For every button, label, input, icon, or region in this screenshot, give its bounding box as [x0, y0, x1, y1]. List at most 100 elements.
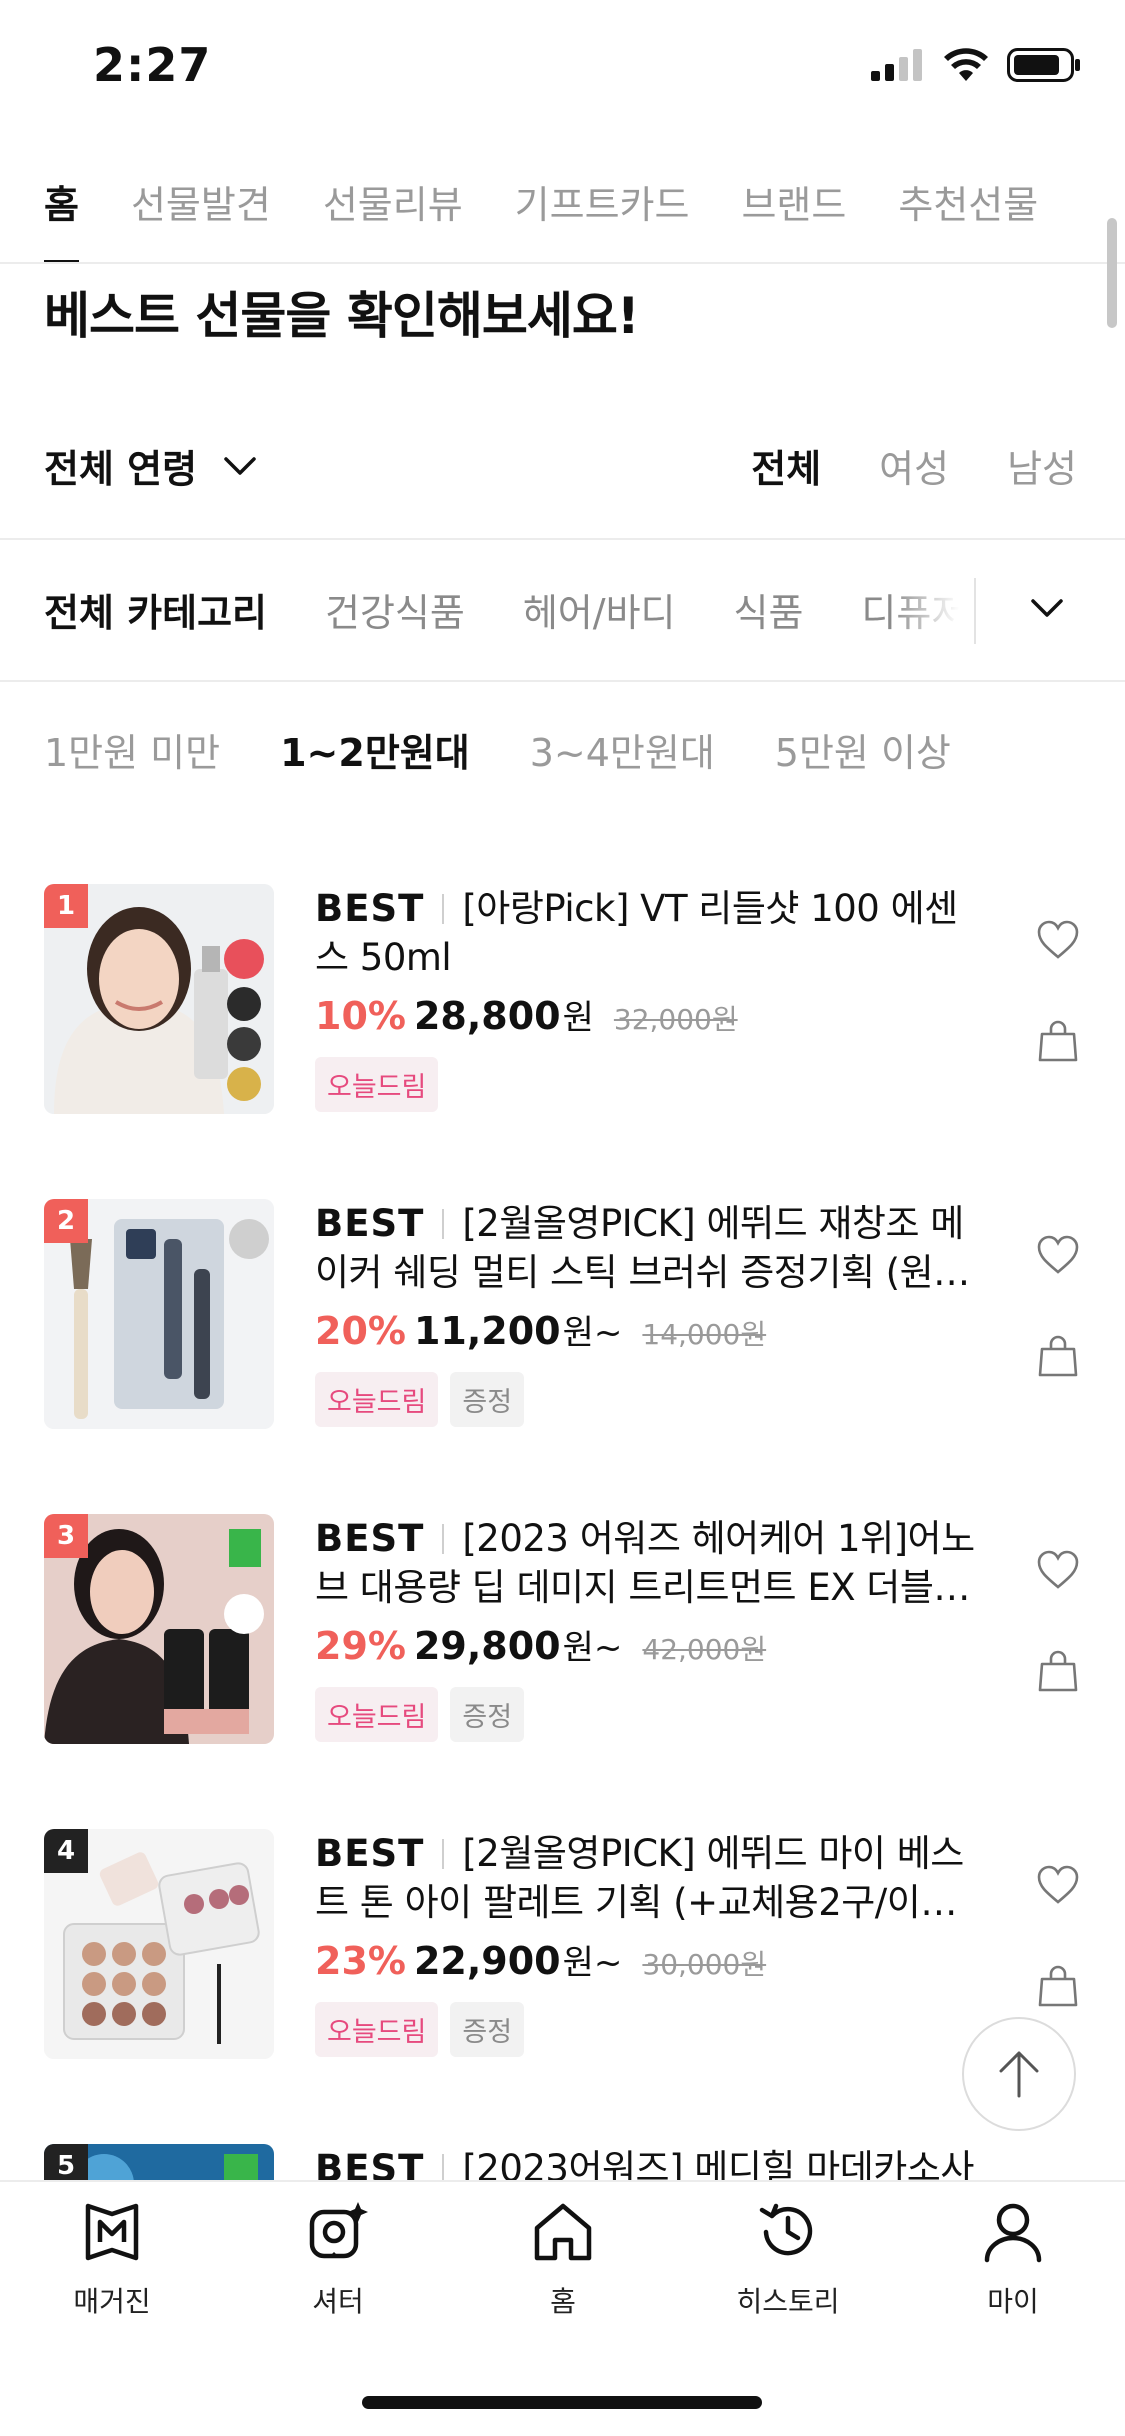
best-label: BEST	[315, 1832, 425, 1875]
tab-gift-review[interactable]: 선물리뷰	[323, 140, 463, 262]
age-dropdown[interactable]: 전체 연령	[44, 438, 257, 493]
price-30k-40k[interactable]: 3~4만원대	[530, 722, 715, 777]
price-range-filter: 1만원 미만 1~2만원대 3~4만원대 5만원 이상	[44, 722, 951, 777]
divider	[442, 894, 445, 924]
shopping-bag-icon[interactable]	[1038, 1020, 1078, 1062]
tab-brand[interactable]: 브랜드	[741, 140, 846, 262]
heart-icon[interactable]	[1036, 1235, 1080, 1275]
price-over-50k[interactable]: 5만원 이상	[775, 722, 951, 777]
original-price: 32,000원	[613, 1003, 738, 1036]
nav-history[interactable]: 히스토리	[708, 2200, 868, 2320]
product-image[interactable]: 1	[44, 884, 274, 1114]
product-image[interactable]: 2	[44, 1199, 274, 1429]
gender-all[interactable]: 전체	[751, 438, 821, 493]
discount-rate: 23%	[315, 1939, 406, 1983]
price-unit: 원	[562, 998, 594, 1038]
rank-badge: 1	[44, 884, 88, 928]
person-icon	[984, 2203, 1042, 2263]
product-title[interactable]: BEST [2월올영PICK] 에뛰드 마이 베스트 톤 아이 팔레트 기획 (+…	[315, 1829, 975, 1927]
product-item[interactable]: 4 BEST [2월올영PICK] 에뛰드 마이 베스트 톤 아이 팔레트 기획 …	[0, 1829, 1125, 2144]
shopping-bag-icon[interactable]	[1038, 1335, 1078, 1377]
history-icon	[759, 2203, 813, 2256]
category-health-food[interactable]: 건강식품	[325, 582, 465, 637]
product-actions	[1035, 920, 1081, 1062]
signal-icon	[871, 49, 922, 81]
sale-price: 11,200	[413, 1309, 561, 1353]
heart-icon[interactable]	[1036, 1550, 1080, 1590]
shopping-bag-icon[interactable]	[1038, 1650, 1078, 1692]
product-actions	[1035, 1865, 1081, 2007]
badge-list: 오늘드림 증정	[315, 1372, 975, 1427]
badge-gift: 증정	[450, 1372, 525, 1427]
badge-gift: 증정	[450, 1687, 525, 1742]
price-unit: 원~	[562, 1943, 623, 1983]
gender-female[interactable]: 여성	[879, 438, 949, 493]
best-label: BEST	[315, 887, 425, 930]
discount-rate: 10%	[315, 994, 406, 1038]
nav-label: 마이	[987, 2285, 1039, 2318]
scrollbar-thumb[interactable]	[1107, 218, 1117, 328]
shopping-bag-icon[interactable]	[1038, 1965, 1078, 2007]
badge-today-delivery: 오늘드림	[315, 2002, 439, 2057]
sale-price: 22,900	[413, 1939, 561, 1983]
nav-home[interactable]: 홈	[483, 2200, 643, 2320]
tab-gift-card[interactable]: 기프트카드	[515, 140, 690, 262]
nav-my[interactable]: 마이	[933, 2200, 1093, 2320]
price-unit: 원~	[562, 1628, 623, 1668]
wifi-icon	[944, 48, 988, 81]
gender-male[interactable]: 남성	[1007, 438, 1077, 493]
badge-gift: 증정	[450, 2002, 525, 2057]
price-under-10k[interactable]: 1만원 미만	[44, 722, 220, 777]
category-food[interactable]: 식품	[734, 582, 804, 637]
product-item[interactable]: 1 BEST [아랑Pick] VT 리들샷 100 에센스 50ml 10% 2…	[0, 884, 1125, 1199]
scroll-to-top-button[interactable]	[962, 2017, 1076, 2131]
product-actions	[1035, 1235, 1081, 1377]
price-line: 29% 29,800 원~ 42,000원	[315, 1620, 975, 1669]
home-indicator	[362, 2396, 762, 2409]
category-list[interactable]: 전체 카테고리 건강식품 헤어/바디 식품 디퓨저	[44, 582, 974, 637]
magazine-icon	[85, 2203, 139, 2261]
product-info: BEST [2월올영PICK] 에뛰드 마이 베스트 톤 아이 팔레트 기획 (+…	[315, 1829, 975, 2057]
category-filter: 전체 카테고리 건강식품 헤어/바디 식품 디퓨저	[0, 540, 1125, 682]
discount-rate: 20%	[315, 1309, 406, 1353]
tab-recommended-gift[interactable]: 추천선물	[898, 140, 1038, 262]
product-title[interactable]: BEST [2023 어워즈 헤어케어 1위]어노브 대용량 딥 데미지 트리트먼…	[315, 1514, 975, 1612]
product-image[interactable]: 4	[44, 1829, 274, 2059]
status-time: 2:27	[93, 38, 212, 92]
chevron-down-icon[interactable]	[1030, 598, 1064, 618]
price-10k-20k[interactable]: 1~2만원대	[280, 722, 470, 777]
category-hair-body[interactable]: 헤어/바디	[523, 582, 676, 637]
heart-icon[interactable]	[1036, 920, 1080, 960]
sale-price: 28,800	[413, 994, 561, 1038]
badge-list: 오늘드림 증정	[315, 2002, 975, 2057]
product-item[interactable]: 3 BEST [2023 어워즈 헤어케어 1위]어노브 대용량 딥 데미지 트리…	[0, 1514, 1125, 1829]
rank-badge: 2	[44, 1199, 88, 1243]
divider	[442, 1209, 445, 1239]
product-title[interactable]: BEST [2월올영PICK] 에뛰드 재창조 메이커 쉐딩 멀티 스틱 브러쉬 …	[315, 1199, 975, 1297]
tab-home[interactable]: 홈	[44, 140, 79, 262]
age-gender-filter: 전체 연령 전체 여성 남성	[0, 400, 1125, 540]
heart-icon[interactable]	[1036, 1865, 1080, 1905]
product-image[interactable]: 3	[44, 1514, 274, 1744]
category-all[interactable]: 전체 카테고리	[44, 582, 267, 637]
chevron-down-icon	[224, 456, 256, 475]
price-line: 20% 11,200 원~ 14,000원	[315, 1305, 975, 1354]
nav-magazine[interactable]: 매거진	[32, 2200, 192, 2320]
tab-gift-discovery[interactable]: 선물발견	[131, 140, 271, 262]
sale-price: 29,800	[413, 1624, 561, 1668]
price-line: 23% 22,900 원~ 30,000원	[315, 1935, 975, 1984]
product-info: BEST [2월올영PICK] 에뛰드 재창조 메이커 쉐딩 멀티 스틱 브러쉬 …	[315, 1199, 975, 1427]
nav-label: 매거진	[73, 2285, 151, 2318]
battery-icon	[1007, 48, 1080, 82]
badge-list: 오늘드림 증정	[315, 1687, 975, 1742]
rank-badge: 4	[44, 1829, 88, 1873]
home-icon	[534, 2203, 592, 2261]
product-title[interactable]: BEST [아랑Pick] VT 리들샷 100 에센스 50ml	[315, 884, 975, 982]
nav-shutter[interactable]: 셔터	[258, 2200, 418, 2320]
best-label: BEST	[315, 1517, 425, 1560]
shutter-icon	[309, 2202, 368, 2259]
badge-today-delivery: 오늘드림	[315, 1372, 439, 1427]
divider	[442, 1839, 445, 1869]
gender-tabs: 전체 여성 남성	[751, 438, 1077, 493]
product-item[interactable]: 2 BEST [2월올영PICK] 에뛰드 재창조 메이커 쉐딩 멀티 스틱 브러…	[0, 1199, 1125, 1514]
